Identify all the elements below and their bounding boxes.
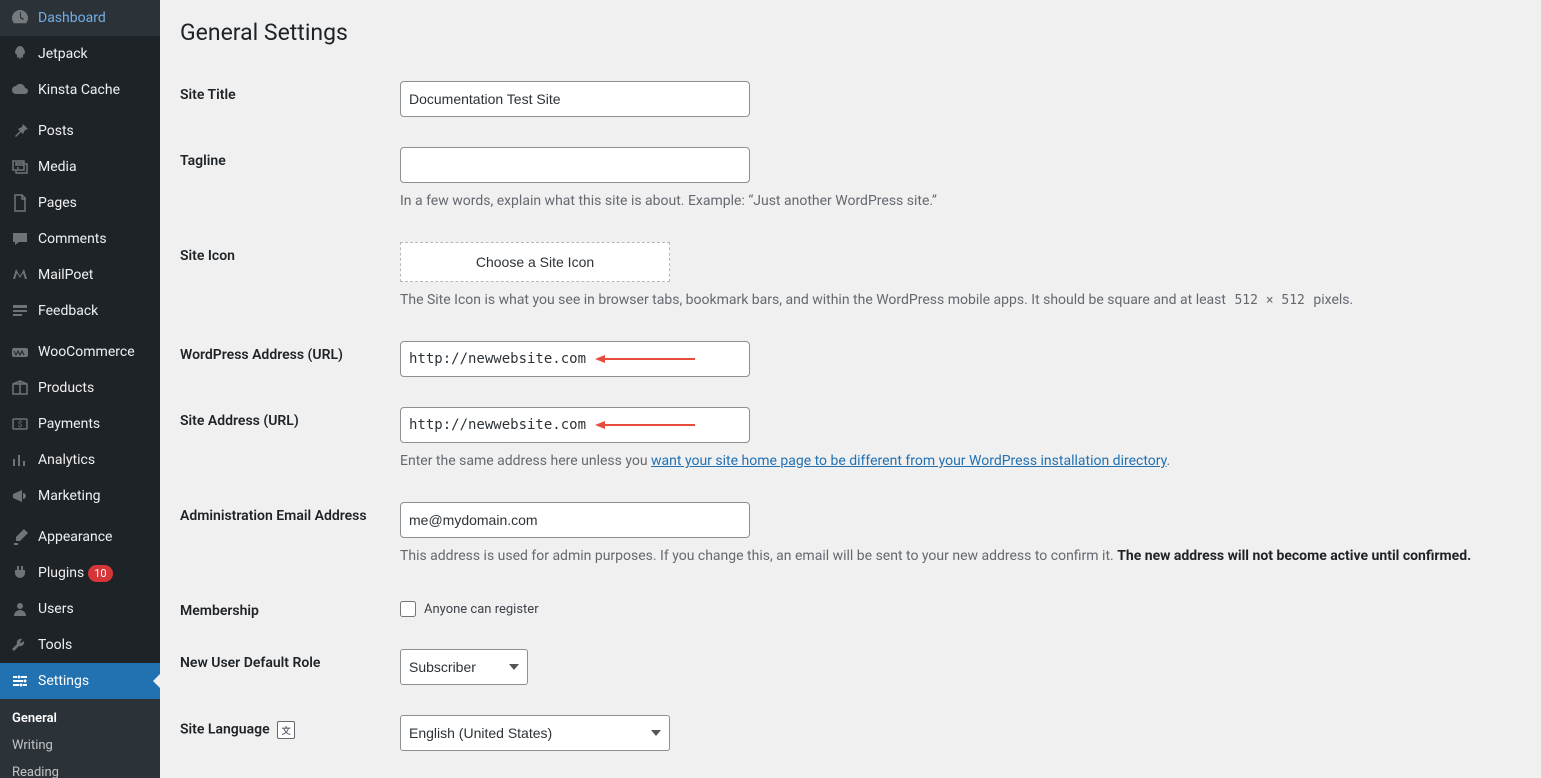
pin-icon	[10, 121, 30, 141]
brush-icon	[10, 527, 30, 547]
sidebar-item-label: MailPoet	[38, 267, 93, 283]
plug-icon	[10, 563, 30, 583]
membership-label: Membership	[180, 597, 400, 619]
anyone-can-register-label: Anyone can register	[424, 602, 539, 617]
site-url-help-link[interactable]: want your site home page to be different…	[651, 453, 1167, 469]
sidebar-item-label: Plugins	[38, 565, 84, 581]
box-icon	[10, 378, 30, 398]
dollar-icon: $	[10, 414, 30, 434]
page-title: General Settings	[180, 10, 1521, 66]
sidebar-item-users[interactable]: Users	[0, 591, 160, 627]
megaphone-icon	[10, 486, 30, 506]
wp-url-label: WordPress Address (URL)	[180, 341, 400, 363]
wrench-icon	[10, 635, 30, 655]
site-url-help: Enter the same address here unless you w…	[400, 451, 1511, 472]
user-icon	[10, 599, 30, 619]
sidebar-item-label: Posts	[38, 123, 74, 139]
site-title-label: Site Title	[180, 81, 400, 103]
submenu-writing[interactable]: Writing	[0, 732, 160, 759]
mailpoet-icon	[10, 265, 30, 285]
sidebar-item-plugins[interactable]: Plugins10	[0, 555, 160, 591]
sidebar-item-label: Marketing	[38, 488, 101, 504]
bars-icon	[10, 450, 30, 470]
sidebar-item-analytics[interactable]: Analytics	[0, 442, 160, 478]
sidebar-item-label: Settings	[38, 673, 89, 689]
sidebar-item-label: Comments	[38, 231, 107, 247]
sidebar-item-label: WooCommerce	[38, 344, 135, 360]
sidebar-item-pages[interactable]: Pages	[0, 185, 160, 221]
sliders-icon	[10, 671, 30, 691]
anyone-can-register-checkbox[interactable]	[400, 601, 416, 617]
default-role-select[interactable]: Subscriber	[400, 649, 528, 685]
sidebar-item-posts[interactable]: Posts	[0, 113, 160, 149]
sidebar-item-woocommerce[interactable]: WooCommerce	[0, 334, 160, 370]
site-icon-label: Site Icon	[180, 242, 400, 264]
form-icon	[10, 301, 30, 321]
tagline-input[interactable]	[400, 147, 750, 183]
site-title-input[interactable]	[400, 81, 750, 117]
submenu-general[interactable]: General	[0, 705, 160, 732]
sidebar-item-label: Appearance	[38, 529, 112, 545]
sidebar-item-comments[interactable]: Comments	[0, 221, 160, 257]
sidebar-item-label: Feedback	[38, 303, 98, 319]
admin-sidebar: Dashboard Jetpack Kinsta Cache Posts Media Pa…	[0, 0, 160, 778]
sidebar-item-label: Users	[38, 601, 74, 617]
comment-icon	[10, 229, 30, 249]
site-language-label: Site Language 文	[180, 715, 400, 739]
sidebar-item-label: Kinsta Cache	[38, 82, 120, 98]
sidebar-item-payments[interactable]: $ Payments	[0, 406, 160, 442]
tagline-help: In a few words, explain what this site i…	[400, 191, 1511, 212]
update-badge: 10	[88, 565, 112, 582]
sidebar-item-label: Payments	[38, 416, 100, 432]
translate-icon: 文	[277, 721, 295, 739]
settings-submenu: General Writing Reading	[0, 699, 160, 778]
sidebar-item-dashboard[interactable]: Dashboard	[0, 0, 160, 36]
rocket-icon	[10, 44, 30, 64]
page-icon	[10, 193, 30, 213]
site-icon-help: The Site Icon is what you see in browser…	[400, 290, 1511, 311]
content-area: General Settings Site Title Tagline In a…	[160, 0, 1541, 778]
sidebar-item-kinsta-cache[interactable]: Kinsta Cache	[0, 72, 160, 108]
sidebar-item-media[interactable]: Media	[0, 149, 160, 185]
sidebar-item-jetpack[interactable]: Jetpack	[0, 36, 160, 72]
sidebar-item-mailpoet[interactable]: MailPoet	[0, 257, 160, 293]
cloud-icon	[10, 80, 30, 100]
gauge-icon	[10, 8, 30, 28]
admin-email-help: This address is used for admin purposes.…	[400, 546, 1511, 567]
site-language-select[interactable]: English (United States)	[400, 715, 670, 751]
sidebar-item-feedback[interactable]: Feedback	[0, 293, 160, 329]
wp-url-input[interactable]	[400, 341, 750, 377]
default-role-label: New User Default Role	[180, 649, 400, 671]
sidebar-item-label: Dashboard	[38, 10, 106, 26]
woo-icon	[10, 342, 30, 362]
sidebar-item-settings[interactable]: Settings	[0, 663, 160, 699]
sidebar-item-label: Pages	[38, 195, 77, 211]
admin-email-label: Administration Email Address	[180, 502, 400, 524]
sidebar-item-tools[interactable]: Tools	[0, 627, 160, 663]
site-url-input[interactable]	[400, 407, 750, 443]
sidebar-item-products[interactable]: Products	[0, 370, 160, 406]
svg-text:$: $	[18, 420, 23, 429]
choose-site-icon-button[interactable]: Choose a Site Icon	[400, 242, 670, 282]
sidebar-item-label: Jetpack	[38, 46, 88, 62]
submenu-reading[interactable]: Reading	[0, 759, 160, 778]
sidebar-item-label: Media	[38, 159, 77, 175]
media-icon	[10, 157, 30, 177]
sidebar-item-marketing[interactable]: Marketing	[0, 478, 160, 514]
sidebar-item-appearance[interactable]: Appearance	[0, 519, 160, 555]
site-url-label: Site Address (URL)	[180, 407, 400, 429]
sidebar-item-label: Tools	[38, 637, 72, 653]
sidebar-item-label: Analytics	[38, 452, 95, 468]
admin-email-input[interactable]	[400, 502, 750, 538]
tagline-label: Tagline	[180, 147, 400, 169]
sidebar-item-label: Products	[38, 380, 94, 396]
